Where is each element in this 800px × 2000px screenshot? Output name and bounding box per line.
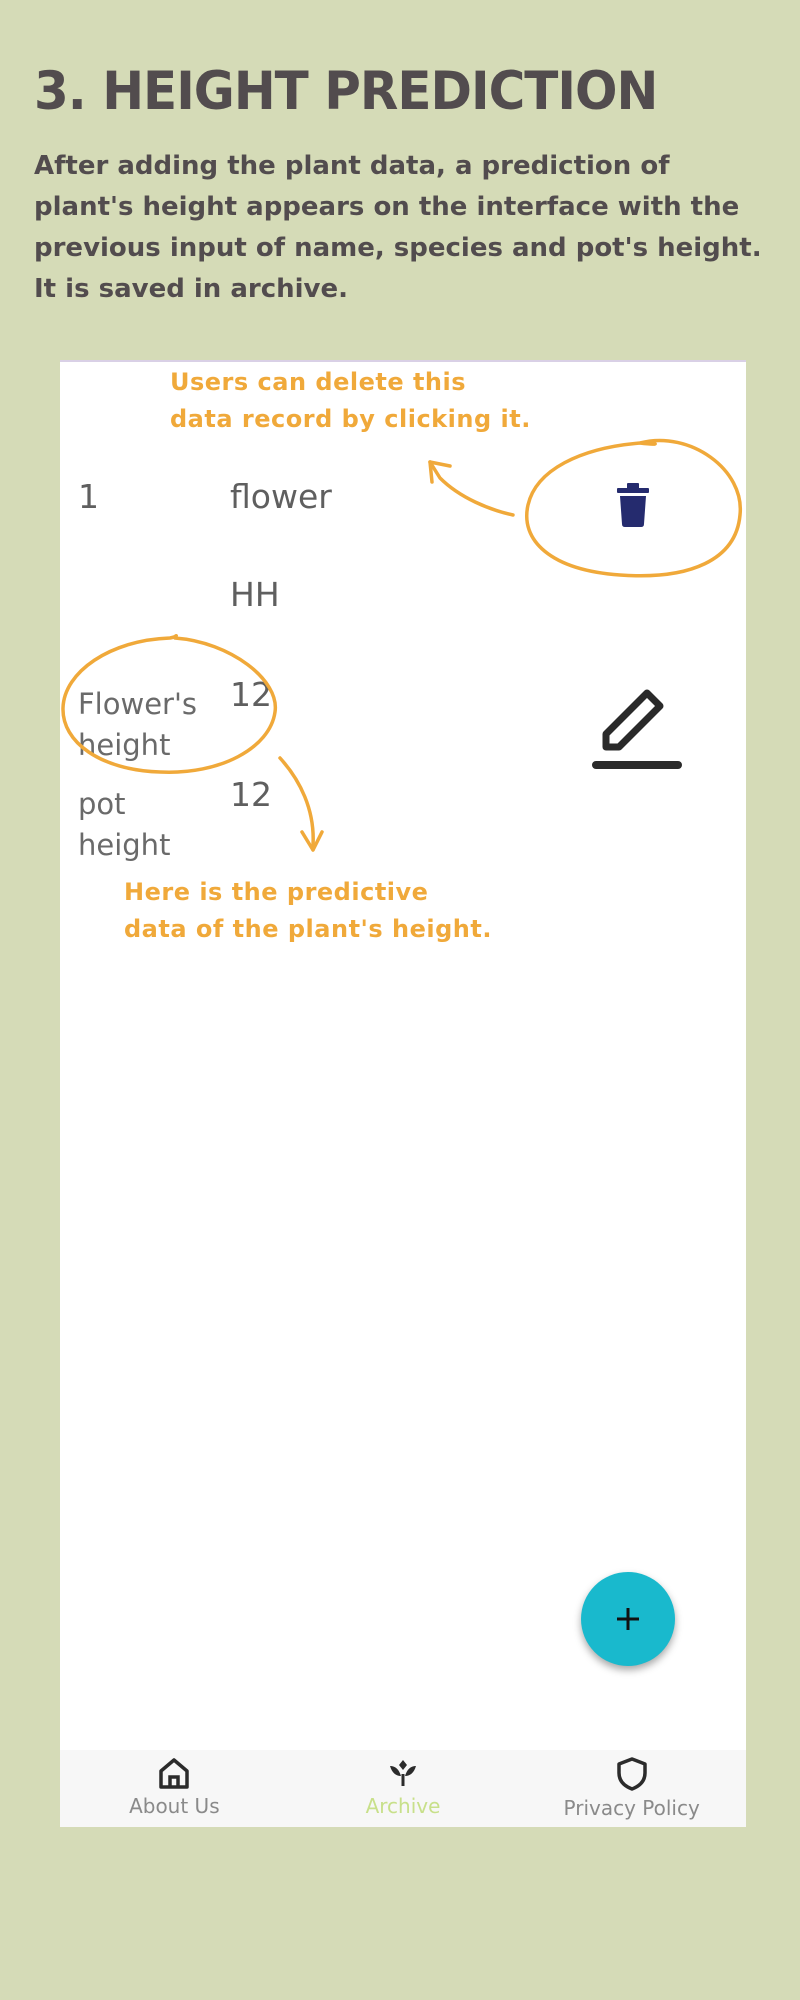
delete-annotation-line-2: data record by clicking it.: [170, 405, 531, 433]
flower-height-value: 12: [230, 675, 272, 714]
plus-icon: [617, 1608, 639, 1630]
pencil-icon: [592, 689, 682, 769]
flower-height-label: Flower's height: [78, 687, 198, 762]
delete-button[interactable]: [608, 477, 658, 532]
pot-height-label: pot height: [78, 787, 171, 862]
record-id: 1: [78, 477, 99, 516]
delete-annotation-line-1: Users can delete this: [170, 368, 467, 396]
pot-height-value: 12: [230, 775, 272, 814]
record-name: flower: [230, 477, 332, 516]
prediction-annotation-line-1: Here is the predictive: [124, 878, 429, 906]
delete-annotation: Users can delete this data record by cli…: [170, 364, 531, 438]
prediction-annotation: Here is the predictive data of the plant…: [124, 874, 492, 948]
nav-label-archive: Archive: [365, 1794, 441, 1818]
nav-item-about-us[interactable]: About Us: [60, 1750, 289, 1827]
trash-icon: [617, 482, 649, 527]
edit-button[interactable]: [590, 682, 684, 776]
prediction-annotation-line-2: data of the plant's height.: [124, 915, 492, 943]
bottom-navigation: About Us Archive Privacy Policy: [60, 1750, 746, 1827]
nav-item-privacy-policy[interactable]: Privacy Policy: [517, 1750, 746, 1827]
nav-label-about-us: About Us: [129, 1794, 220, 1818]
home-icon: [159, 1758, 190, 1789]
nav-item-archive[interactable]: Archive: [289, 1750, 518, 1827]
sprout-icon: [390, 1760, 416, 1786]
shield-icon: [616, 1757, 647, 1791]
nav-label-privacy-policy: Privacy Policy: [563, 1796, 700, 1820]
add-record-button[interactable]: [581, 1572, 675, 1666]
page-description: After adding the plant data, a predictio…: [34, 151, 762, 304]
record-species: HH: [230, 575, 280, 614]
app-screen: Users can delete this data record by cli…: [60, 360, 746, 1827]
page-title: 3. HEIGHT PREDICTION: [34, 60, 658, 122]
